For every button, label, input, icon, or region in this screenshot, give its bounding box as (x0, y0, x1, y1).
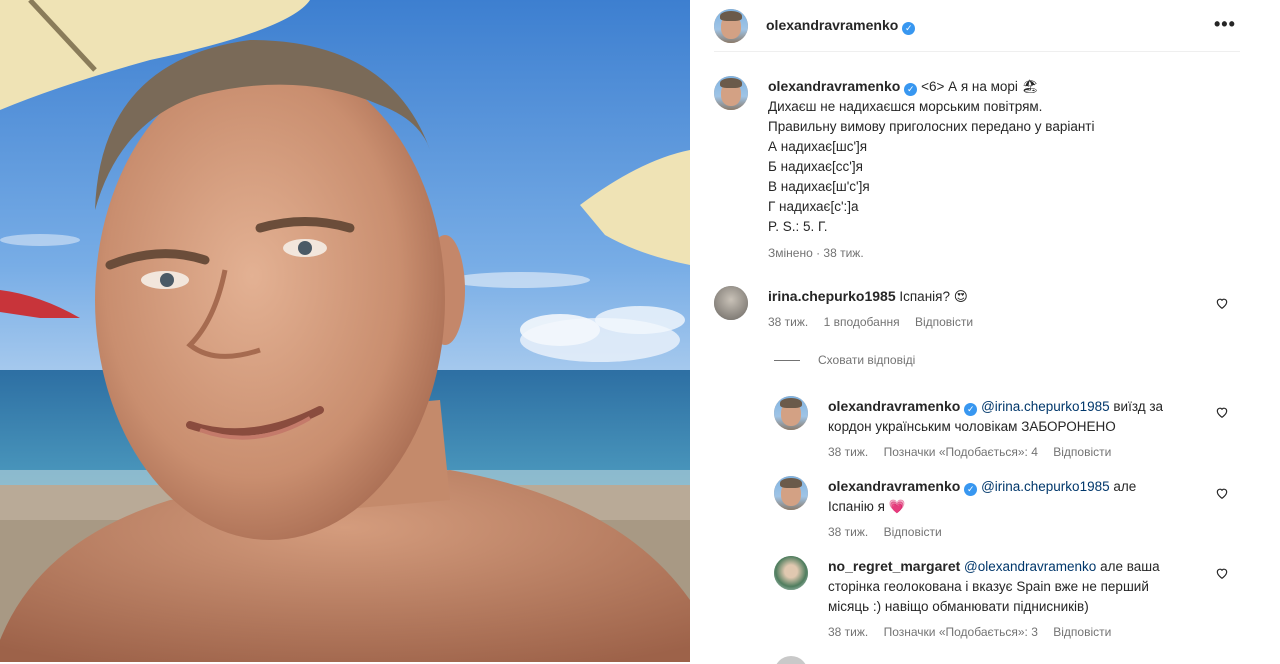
reply-item: no_regret_margaret @olexandravramenko ал… (774, 556, 1214, 639)
caption-line-1: <6> А я на морі 🏖 (921, 79, 1039, 94)
verified-badge-icon: ✓ (964, 403, 978, 416)
author-username[interactable]: olexandravramenko ✓ (766, 17, 916, 35)
like-heart-icon[interactable] (1215, 405, 1229, 419)
caption-meta: Змінено · 38 тиж. (768, 246, 864, 260)
reply-time[interactable]: 38 тиж. (828, 525, 868, 539)
caption-line-8: P. S.: 5. Г. (768, 219, 828, 234)
reply-button[interactable]: Відповісти (884, 525, 942, 539)
reply-text-line-3: місяць :) навіщо обманювати піднисників) (828, 599, 1089, 614)
post-photo[interactable] (0, 0, 690, 662)
pink-heart-emoji: 💗 (888, 499, 906, 514)
divider-line (774, 359, 800, 361)
like-heart-icon[interactable] (1215, 486, 1229, 500)
reply-author-avatar[interactable] (774, 556, 808, 590)
post-header: olexandravramenko ✓ ••• (714, 0, 1240, 52)
next-reply-avatar[interactable] (774, 656, 808, 664)
reply-username[interactable]: olexandravramenko (828, 398, 960, 414)
comment-item: irina.chepurko1985 Іспанія? 😍 38 тиж. 1 … (714, 286, 1224, 329)
beach-selfie-image (0, 0, 690, 662)
reply-text-line-1: виїзд за (1109, 399, 1164, 414)
verified-badge-icon: ✓ (964, 483, 978, 496)
comment-text: Іспанія? 😍 (895, 289, 968, 304)
reply-author-avatar[interactable] (774, 476, 808, 510)
caption-line-5: Б надихає[сс']я (768, 159, 863, 174)
reply-username[interactable]: olexandravramenko (828, 478, 960, 494)
hide-replies-button[interactable]: Сховати відповіді (774, 353, 915, 367)
reply-likes[interactable]: Позначки «Подобається»: 3 (884, 625, 1038, 639)
verified-badge-icon: ✓ (902, 21, 916, 35)
caption-line-4: А надихає[шс']я (768, 139, 868, 154)
caption-line-2: Дихаєш не надихаєшся морським повітрям. (768, 99, 1043, 114)
caption-author-avatar[interactable] (714, 76, 748, 110)
caption-line-7: Г надихає[с':]а (768, 199, 859, 214)
reply-button[interactable]: Відповісти (915, 315, 973, 329)
comment-username[interactable]: irina.chepurko1985 (768, 288, 896, 304)
caption-username[interactable]: olexandravramenko (768, 78, 900, 94)
reply-button[interactable]: Відповісти (1053, 625, 1111, 639)
reply-likes[interactable]: Позначки «Подобається»: 4 (884, 445, 1038, 459)
hide-replies-label: Сховати відповіді (818, 353, 916, 367)
like-heart-icon[interactable] (1215, 566, 1229, 580)
reply-item: olexandravramenko ✓ @irina.chepurko1985 а… (774, 476, 1214, 539)
reply-time[interactable]: 38 тиж. (828, 625, 868, 639)
reply-item: olexandravramenko ✓ @irina.chepurko1985 в… (774, 396, 1214, 459)
reply-button[interactable]: Відповісти (1053, 445, 1111, 459)
caption-line-6: В надихає[ш'с']я (768, 179, 870, 194)
reply-text-line-2: сторінка геолокована і вказує Spain вже … (828, 579, 1149, 594)
post-caption: olexandravramenko ✓ <6> А я на морі 🏖 Дих… (714, 76, 1234, 263)
reply-author-avatar[interactable] (774, 396, 808, 430)
reply-time[interactable]: 38 тиж. (828, 445, 868, 459)
reply-text-line-2: Іспанію я (828, 499, 889, 514)
commenter-avatar[interactable] (714, 286, 748, 320)
author-avatar[interactable] (714, 8, 748, 43)
reply-text-line-1: але (1109, 479, 1137, 494)
like-heart-icon[interactable] (1215, 296, 1229, 310)
reply-text-line-2: кордон українським чоловікам ЗАБОРОНЕНО (828, 419, 1116, 434)
verified-badge-icon: ✓ (904, 83, 918, 96)
reply-username[interactable]: no_regret_margaret (828, 558, 960, 574)
reply-text-line-1: але ваша (1096, 559, 1160, 574)
comment-likes[interactable]: 1 вподобання (824, 315, 900, 329)
caption-line-3: Правильну вимову приголосних передано у … (768, 119, 1095, 134)
more-options-icon[interactable]: ••• (1214, 14, 1236, 35)
reply-mention[interactable]: @irina.chepurko1985 (981, 399, 1110, 414)
comment-time[interactable]: 38 тиж. (768, 315, 808, 329)
reply-mention[interactable]: @olexandravramenko (964, 559, 1096, 574)
reply-mention[interactable]: @irina.chepurko1985 (981, 479, 1110, 494)
post-details-panel: olexandravramenko ✓ ••• olexandravramenko… (700, 0, 1280, 664)
